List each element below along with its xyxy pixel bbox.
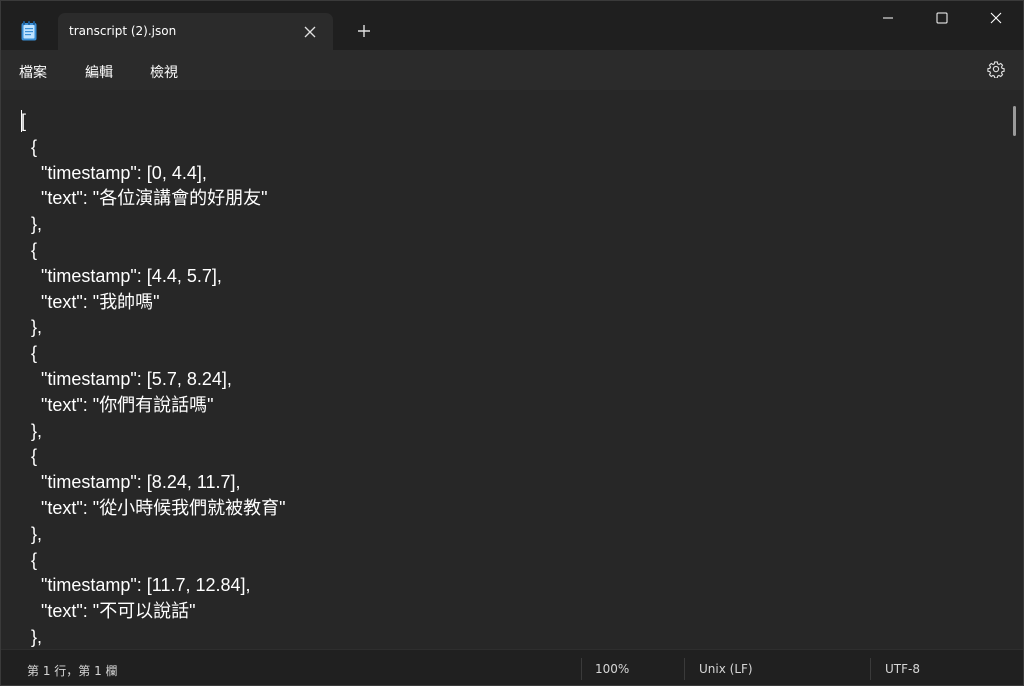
encoding[interactable]: UTF-8 bbox=[885, 662, 920, 676]
status-divider bbox=[684, 658, 685, 680]
cursor-position: 第 1 行，第 1 欄 bbox=[27, 664, 118, 678]
code-line: }, bbox=[21, 420, 43, 441]
minimize-button[interactable] bbox=[861, 1, 915, 35]
code-line: { bbox=[21, 343, 38, 364]
code-line: { bbox=[21, 549, 38, 570]
code-line: "text": "你們有說話嗎" bbox=[21, 394, 214, 415]
code-line: "timestamp": [4.4, 5.7], bbox=[21, 265, 222, 286]
code-line: { bbox=[21, 136, 38, 157]
code-line: }, bbox=[21, 317, 43, 338]
title-bar[interactable]: transcript (2).json bbox=[1, 1, 1023, 50]
close-icon[interactable] bbox=[303, 24, 317, 38]
status-divider bbox=[581, 658, 582, 680]
tab-title: transcript (2).json bbox=[69, 24, 177, 38]
code-line: }, bbox=[21, 523, 43, 544]
minimize-icon bbox=[882, 9, 894, 28]
menu-view[interactable]: 檢視 bbox=[150, 62, 178, 82]
code-line: "timestamp": [8.24, 11.7], bbox=[21, 472, 241, 493]
code-line: }, bbox=[21, 627, 43, 647]
menu-edit[interactable]: 編輯 bbox=[85, 62, 113, 82]
status-divider bbox=[870, 658, 871, 680]
menu-file[interactable]: 檔案 bbox=[19, 62, 47, 82]
maximize-icon bbox=[936, 9, 948, 28]
text-editor[interactable]: [ { "timestamp": [0, 4.4], "text": "各位演講… bbox=[1, 90, 1023, 648]
code-line: "text": "我帥嗎" bbox=[21, 291, 160, 312]
vertical-scrollbar[interactable] bbox=[1013, 106, 1016, 136]
code-line: "text": "從小時候我們就被教育" bbox=[21, 498, 286, 518]
tab-transcript[interactable]: transcript (2).json bbox=[58, 13, 333, 50]
code-line: "timestamp": [5.7, 8.24], bbox=[21, 369, 232, 389]
status-bar: 第 1 行，第 1 欄 100% Unix (LF) UTF-8 bbox=[1, 649, 1023, 685]
zoom-level[interactable]: 100% bbox=[595, 662, 629, 676]
close-window-button[interactable] bbox=[969, 1, 1023, 35]
code-line: "timestamp": [11.7, 12.84], bbox=[21, 575, 251, 596]
code-line: }, bbox=[21, 214, 43, 235]
plus-icon[interactable] bbox=[356, 23, 372, 39]
code-line: "text": "不可以說話" bbox=[21, 601, 196, 622]
gear-icon[interactable] bbox=[987, 60, 1005, 79]
close-icon bbox=[990, 9, 1002, 28]
maximize-button[interactable] bbox=[915, 1, 969, 35]
line-ending[interactable]: Unix (LF) bbox=[699, 662, 753, 676]
code-line: "timestamp": [0, 4.4], bbox=[21, 162, 207, 183]
code-line: "text": "各位演講會的好朋友" bbox=[21, 188, 268, 209]
notepad-icon bbox=[21, 21, 37, 41]
code-line: { bbox=[21, 446, 38, 467]
notepad-window: transcript (2).json 檔案 編輯 檢視 [{"timest… bbox=[0, 0, 1024, 686]
code-line: [ bbox=[21, 111, 27, 131]
menu-bar: 檔案 編輯 檢視 bbox=[1, 50, 1023, 90]
code-line: { bbox=[21, 240, 38, 260]
